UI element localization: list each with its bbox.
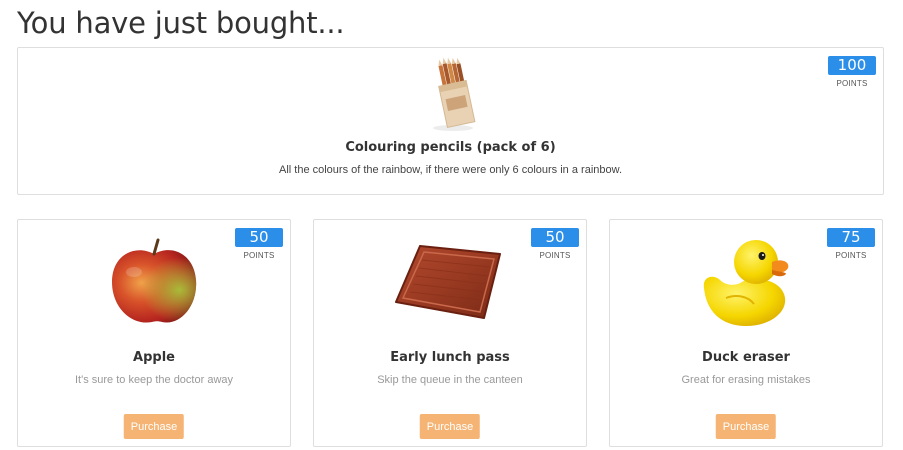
item-description: Great for erasing mistakes [681, 374, 811, 386]
points-badge: 50 POINTS [531, 228, 579, 260]
page-title: You have just bought... [17, 6, 345, 40]
points-value: 50 [235, 228, 283, 247]
rubber-duck-image [703, 240, 789, 326]
points-label: POINTS [835, 251, 867, 260]
shop-item-card: 75 POINTS Duck eraser Great for erasing … [609, 219, 883, 447]
points-badge: 100 POINTS [828, 56, 876, 88]
item-name: Apple [133, 350, 175, 365]
item-description: All the colours of the rainbow, if there… [278, 164, 623, 176]
shop-item-card: 50 POINTS Early lunch pass Skip the queu… [313, 219, 587, 447]
purchase-button[interactable]: Purchase [715, 414, 777, 439]
points-badge: 50 POINTS [235, 228, 283, 260]
points-badge: 75 POINTS [827, 228, 875, 260]
colouring-pencils-image [432, 57, 475, 131]
points-label: POINTS [836, 79, 868, 88]
item-description: Skip the queue in the canteen [377, 374, 523, 386]
points-value: 50 [531, 228, 579, 247]
item-name: Duck eraser [702, 350, 790, 365]
item-name: Colouring pencils (pack of 6) [345, 140, 556, 155]
purchase-button[interactable]: Purchase [419, 414, 481, 439]
lunch-tray-image [395, 245, 501, 319]
points-label: POINTS [243, 251, 275, 260]
featured-item-card: 100 POINTS Colouring pencils (pack of 6)… [17, 47, 884, 195]
points-value: 75 [827, 228, 875, 247]
item-description: It's sure to keep the doctor away [74, 374, 234, 386]
points-label: POINTS [539, 251, 571, 260]
shop-item-card: 50 POINTS Apple It's sure to keep the do… [17, 219, 291, 447]
item-name: Early lunch pass [390, 350, 510, 365]
points-value: 100 [828, 56, 876, 75]
purchase-button[interactable]: Purchase [123, 414, 185, 439]
apple-image [112, 238, 197, 323]
